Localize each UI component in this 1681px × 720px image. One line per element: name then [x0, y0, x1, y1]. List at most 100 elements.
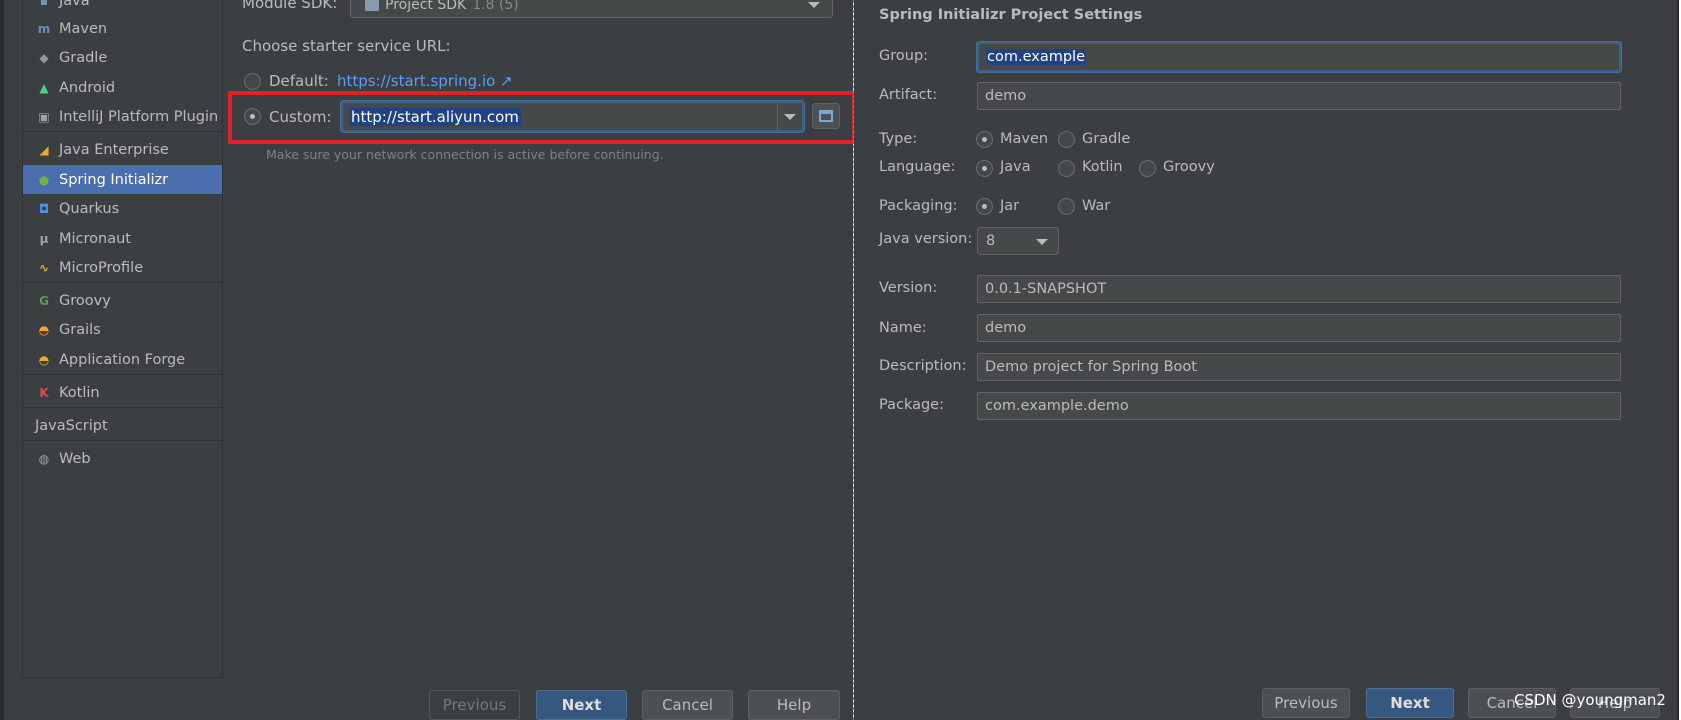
next-button[interactable]: Next — [536, 690, 627, 720]
sidebar-item-web[interactable]: ◍ Web — [23, 444, 222, 473]
sidebar-item-maven[interactable]: m Maven — [23, 14, 222, 43]
sidebar-item-groovy[interactable]: G Groovy — [23, 286, 222, 315]
sidebar-item-label: Spring Initializr — [59, 171, 169, 188]
module-sdk-label: Module SDK: — [242, 0, 338, 12]
artifact-label: Artifact: — [879, 87, 938, 103]
help-button[interactable]: Help — [748, 690, 840, 720]
sidebar-separator — [23, 374, 222, 375]
language-kotlin-radio[interactable] — [1058, 160, 1075, 177]
sidebar-item-application-forge[interactable]: ◓ Application Forge — [23, 345, 222, 374]
sidebar-item-spring-initializr[interactable]: ● Spring Initializr — [23, 165, 222, 194]
chevron-down-icon[interactable] — [784, 114, 796, 120]
type-gradle-radio[interactable] — [1058, 131, 1075, 148]
java-version-dropdown[interactable]: 8 — [977, 227, 1059, 255]
artifact-value: demo — [985, 88, 1027, 104]
sidebar-item-intellij-platform-plugin[interactable]: ▣ IntelliJ Platform Plugin — [23, 102, 222, 131]
quarkus-icon: ◘ — [38, 201, 50, 216]
sidebar-item-microprofile[interactable]: ∿ MicroProfile — [23, 253, 222, 282]
globe-icon: ◍ — [38, 451, 50, 466]
spring-icon: ● — [38, 172, 50, 187]
sidebar-separator — [23, 407, 222, 408]
name-field[interactable]: demo — [977, 314, 1621, 342]
chevron-down-icon — [808, 2, 820, 8]
type-maven-radio[interactable] — [976, 131, 993, 148]
custom-url-label: Custom: — [269, 108, 332, 126]
version-field[interactable]: 0.0.1-SNAPSHOT — [977, 275, 1621, 303]
sidebar-item-java[interactable]: ▪ Java — [23, 0, 222, 15]
language-java-label: Java — [1000, 159, 1031, 175]
chevron-down-icon — [1036, 239, 1048, 245]
custom-url-input[interactable]: http://start.aliyun.com — [341, 101, 804, 132]
packaging-war-radio[interactable] — [1058, 198, 1075, 215]
sidebar-item-kotlin[interactable]: K Kotlin — [23, 378, 222, 407]
sidebar-item-label: Quarkus — [59, 200, 120, 217]
gradle-icon: ◆ — [39, 50, 49, 65]
artifact-field[interactable]: demo — [977, 82, 1621, 110]
sidebar-item-java-enterprise[interactable]: ◢ Java Enterprise — [23, 135, 222, 164]
choose-service-url-label: Choose starter service URL: — [242, 37, 451, 55]
packaging-jar-radio[interactable] — [976, 198, 993, 215]
language-java-radio[interactable] — [976, 160, 993, 177]
sidebar-item-micronaut[interactable]: μ Micronaut — [23, 224, 222, 253]
custom-url-value: http://start.aliyun.com — [349, 108, 521, 126]
sidebar-item-label: Groovy — [59, 292, 111, 309]
sidebar-item-label: Grails — [59, 321, 101, 338]
help-button-label: Help — [776, 696, 812, 714]
cancel-button[interactable]: Cancel — [642, 690, 733, 720]
android-icon: ▲ — [39, 80, 49, 95]
group-label: Group: — [879, 48, 929, 64]
project-type-sidebar: ▪ Java m Maven ◆ Gradle ▲ Android ▣ IntelliJ Plat… — [22, 0, 223, 678]
packaging-label: Packaging: — [879, 198, 958, 214]
version-label: Version: — [879, 280, 938, 296]
language-groovy-label: Groovy — [1163, 159, 1215, 175]
language-label: Language: — [879, 159, 956, 175]
packaging-jar-label: Jar — [1000, 198, 1020, 214]
previous-button-label: Previous — [442, 696, 507, 714]
sidebar-item-label: Maven — [59, 20, 108, 37]
sidebar-separator — [23, 440, 222, 441]
sidebar-item-gradle[interactable]: ◆ Gradle — [23, 43, 222, 72]
application-forge-icon: ◓ — [38, 352, 50, 367]
sidebar-item-quarkus[interactable]: ◘ Quarkus — [23, 194, 222, 223]
language-groovy-radio[interactable] — [1139, 160, 1156, 177]
group-value: com.example — [986, 49, 1086, 65]
description-label: Description: — [879, 358, 967, 374]
network-hint: Make sure your network connection is act… — [266, 147, 664, 162]
settings-next-button[interactable]: Next — [1366, 688, 1454, 718]
module-sdk-version: 1.8 (5) — [472, 0, 519, 13]
name-value: demo — [985, 320, 1027, 336]
java-enterprise-icon: ◢ — [39, 142, 49, 157]
microprofile-icon: ∿ — [38, 260, 50, 275]
plugin-icon: ▣ — [38, 109, 50, 124]
package-field[interactable]: com.example.demo — [977, 392, 1621, 420]
sidebar-item-label: Micronaut — [59, 230, 131, 247]
name-label: Name: — [879, 320, 927, 336]
sidebar-item-label: Gradle — [59, 49, 108, 66]
settings-previous-label: Previous — [1274, 694, 1338, 712]
sidebar-item-label: Java — [59, 0, 90, 9]
module-sdk-dropdown[interactable]: Project SDK 1.8 (5) — [350, 0, 833, 18]
browse-url-button[interactable] — [812, 103, 840, 129]
sidebar-item-label: Kotlin — [59, 384, 100, 401]
sidebar-item-label: Application Forge — [59, 351, 186, 368]
sidebar-item-label: JavaScript — [35, 417, 108, 434]
java-icon: ▪ — [39, 0, 49, 8]
description-field[interactable]: Demo project for Spring Boot — [977, 353, 1621, 381]
default-url-link[interactable]: https://start.spring.io ↗ — [337, 72, 513, 90]
settings-title: Spring Initializr Project Settings — [879, 7, 1143, 23]
type-gradle-label: Gradle — [1082, 131, 1131, 147]
next-button-label: Next — [561, 696, 602, 714]
language-kotlin-label: Kotlin — [1082, 159, 1123, 175]
custom-url-radio[interactable] — [244, 108, 261, 125]
folder-icon — [365, 0, 379, 11]
grails-icon: ◓ — [38, 322, 50, 337]
settings-previous-button[interactable]: Previous — [1262, 688, 1350, 718]
group-field[interactable]: com.example — [977, 42, 1621, 72]
default-url-radio[interactable] — [244, 73, 261, 90]
sidebar-item-javascript[interactable]: JavaScript — [23, 411, 222, 440]
sidebar-separator — [23, 131, 222, 132]
sidebar-item-android[interactable]: ▲ Android — [23, 73, 222, 102]
description-value: Demo project for Spring Boot — [985, 359, 1197, 375]
previous-button[interactable]: Previous — [429, 690, 520, 720]
sidebar-item-grails[interactable]: ◓ Grails — [23, 315, 222, 344]
